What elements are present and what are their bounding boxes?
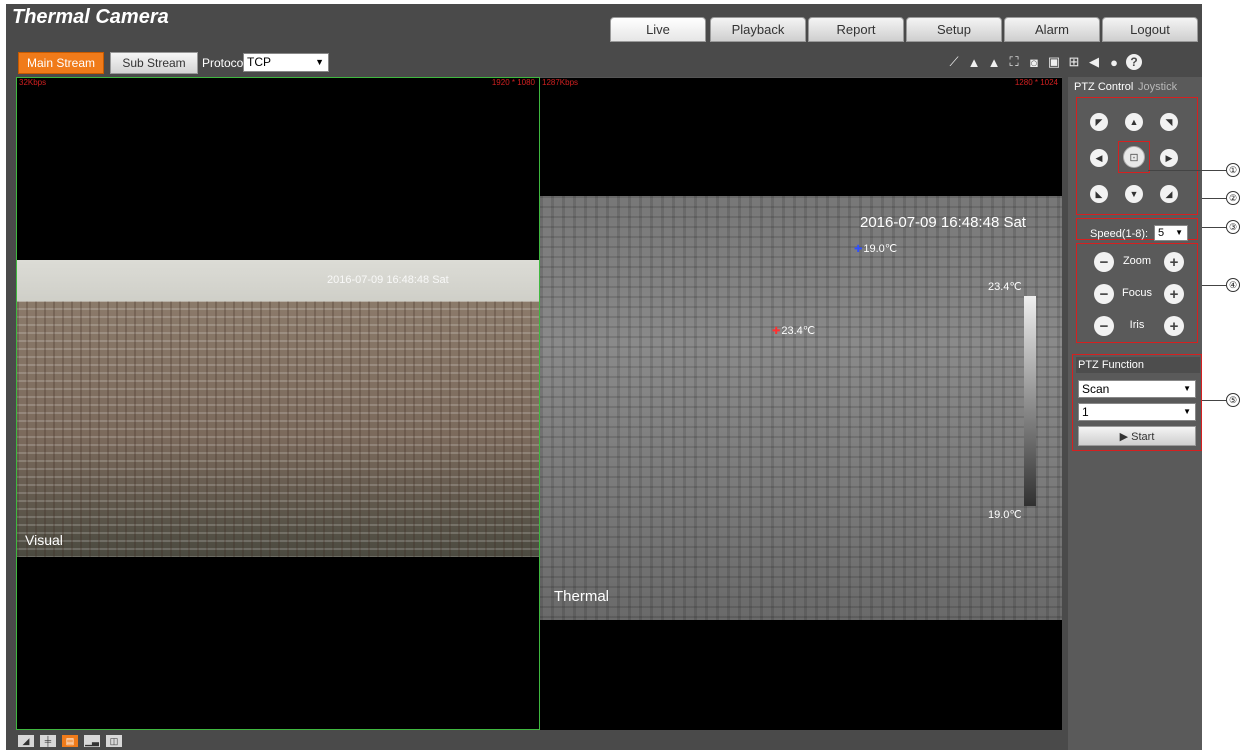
thermal-resolution: 1280 * 1024: [1014, 78, 1058, 87]
temp-spot-high-value: 23.4℃: [781, 325, 816, 337]
audio-icon[interactable]: ◀: [1086, 54, 1102, 70]
right-arrow-icon[interactable]: ▶: [1160, 149, 1178, 167]
ptz-function-value: Scan: [1082, 382, 1110, 396]
view-layout-bar: ◢ ╪ ▤ ▁▃ ◫: [18, 735, 122, 747]
nav-logout[interactable]: Logout: [1102, 17, 1198, 42]
chevron-down-icon: ▼: [1183, 384, 1191, 393]
tab-joystick[interactable]: Joystick: [1138, 81, 1177, 93]
up-arrow-icon[interactable]: ▲: [1125, 113, 1143, 131]
visual-video-pane[interactable]: 32Kbps 1920 * 1080 2016-07-09 16:48:48 S…: [16, 77, 540, 730]
speed-value: 5: [1158, 227, 1165, 239]
visual-bitrate: 32Kbps: [19, 78, 47, 87]
ptz-function-select[interactable]: Scan ▼: [1078, 380, 1196, 398]
speed-select[interactable]: 5 ▼: [1154, 225, 1188, 241]
up-right-arrow-icon[interactable]: ◥: [1160, 113, 1178, 131]
thermal-bitrate: 1287Kbps: [542, 78, 579, 87]
temp-spot-low: ✚19.0℃: [854, 242, 897, 255]
temp-spot-high: ✚23.4℃: [772, 324, 815, 337]
alarm-reset-icon[interactable]: ▲: [986, 54, 1002, 70]
thermal-timestamp: 2016-07-09 16:48:48 Sat: [860, 214, 1026, 231]
focus-near-button[interactable]: −: [1094, 284, 1114, 304]
temp-scale-bar: [1024, 296, 1036, 506]
callout-line-1: [1148, 170, 1226, 171]
brand-title: Thermal Camera: [12, 6, 169, 28]
ptz-panel: PTZ Control Joystick ◤ ▲ ◥ ◀ ⊡ ▶ ◣ ▼ ◢ S…: [1068, 77, 1202, 750]
zoom-region-icon[interactable]: ⊞: [1066, 54, 1082, 70]
3d-position-icon[interactable]: ⊡: [1123, 146, 1145, 168]
thermal-camera-image: [540, 196, 1062, 620]
protocol-label: Protocol: [202, 56, 247, 70]
microphone-icon[interactable]: ●: [1106, 54, 1122, 70]
split-view-icon[interactable]: ╪: [40, 735, 56, 747]
app-window: Thermal Camera Live Playback Report Setu…: [6, 4, 1202, 750]
down-left-arrow-icon[interactable]: ◣: [1090, 185, 1108, 203]
focus-label: Focus: [1122, 287, 1152, 299]
temperature-measure-icon[interactable]: ⟋: [946, 54, 962, 70]
focus-far-button[interactable]: +: [1164, 284, 1184, 304]
nav-report[interactable]: Report: [808, 17, 904, 42]
iris-label: Iris: [1129, 319, 1145, 331]
temp-spot-low-value: 19.0℃: [863, 243, 898, 255]
histogram-icon[interactable]: ▁▃: [84, 735, 100, 747]
zoom-label: Zoom: [1122, 255, 1152, 267]
down-right-arrow-icon[interactable]: ◢: [1160, 185, 1178, 203]
callout-1: ①: [1226, 163, 1240, 177]
iris-open-button[interactable]: +: [1164, 316, 1184, 336]
visual-timestamp: 2016-07-09 16:48:48 Sat: [327, 274, 449, 286]
callout-2: ②: [1226, 191, 1240, 205]
tab-ptz-control[interactable]: PTZ Control: [1074, 81, 1133, 93]
nav-live[interactable]: Live: [610, 17, 706, 42]
callout-line-2: [1202, 198, 1226, 199]
visual-camera-image: [17, 260, 539, 557]
callout-line-3: [1202, 227, 1226, 228]
thermal-label: Thermal: [554, 588, 610, 605]
temp-scale-min: 19.0℃: [988, 509, 1022, 521]
callout-5: ⑤: [1226, 393, 1240, 407]
nav-setup[interactable]: Setup: [906, 17, 1002, 42]
chevron-down-icon: ▼: [1183, 407, 1191, 416]
callout-line-4: [1202, 285, 1226, 286]
record-icon[interactable]: ▣: [1046, 54, 1062, 70]
up-left-arrow-icon[interactable]: ◤: [1090, 113, 1108, 131]
protocol-select[interactable]: TCP ▼: [243, 53, 329, 72]
crosshair-icon: ✚: [772, 326, 781, 337]
zoom-in-button[interactable]: +: [1164, 252, 1184, 272]
speed-label: Speed(1-8):: [1090, 228, 1149, 240]
ptz-function-number-select[interactable]: 1 ▼: [1078, 403, 1196, 421]
callout-4: ④: [1226, 278, 1240, 292]
callout-3: ③: [1226, 220, 1240, 234]
ptz-function-title: PTZ Function: [1076, 357, 1200, 373]
temp-scale-max: 23.4℃: [988, 281, 1022, 293]
down-arrow-icon[interactable]: ▼: [1125, 185, 1143, 203]
visual-resolution: 1920 * 1080: [491, 78, 535, 87]
thermal-video-pane[interactable]: 1287Kbps 1280 * 1024 2016-07-09 16:48:48…: [540, 77, 1062, 730]
fit-window-icon[interactable]: ◫: [106, 735, 122, 747]
main-stream-button[interactable]: Main Stream: [18, 52, 104, 74]
alarm-output-icon[interactable]: ▲: [966, 54, 982, 70]
nav-playback[interactable]: Playback: [710, 17, 806, 42]
crosshair-icon: ✚: [854, 244, 863, 255]
help-icon[interactable]: ?: [1126, 54, 1142, 70]
image-adjust-icon[interactable]: ◢: [18, 735, 34, 747]
snapshot-icon[interactable]: ◙: [1026, 54, 1042, 70]
nav-alarm[interactable]: Alarm: [1004, 17, 1100, 42]
visual-label: Visual: [25, 532, 63, 548]
sub-stream-button[interactable]: Sub Stream: [110, 52, 198, 74]
iris-close-button[interactable]: −: [1094, 316, 1114, 336]
picture-in-picture-icon[interactable]: ▤: [62, 735, 78, 747]
callout-line-5: [1202, 400, 1226, 401]
protocol-value: TCP: [247, 55, 271, 69]
start-button[interactable]: ▶ Start: [1078, 426, 1196, 446]
chevron-down-icon: ▼: [1175, 228, 1183, 237]
left-arrow-icon[interactable]: ◀: [1090, 149, 1108, 167]
zoom-out-button[interactable]: −: [1094, 252, 1114, 272]
live-toolbar: ⟋ ▲ ▲ ⛶ ◙ ▣ ⊞ ◀ ● ?: [946, 51, 1142, 73]
ptz-function-number: 1: [1082, 405, 1089, 419]
chevron-down-icon: ▼: [315, 57, 324, 67]
full-screen-icon[interactable]: ⛶: [1006, 54, 1022, 70]
